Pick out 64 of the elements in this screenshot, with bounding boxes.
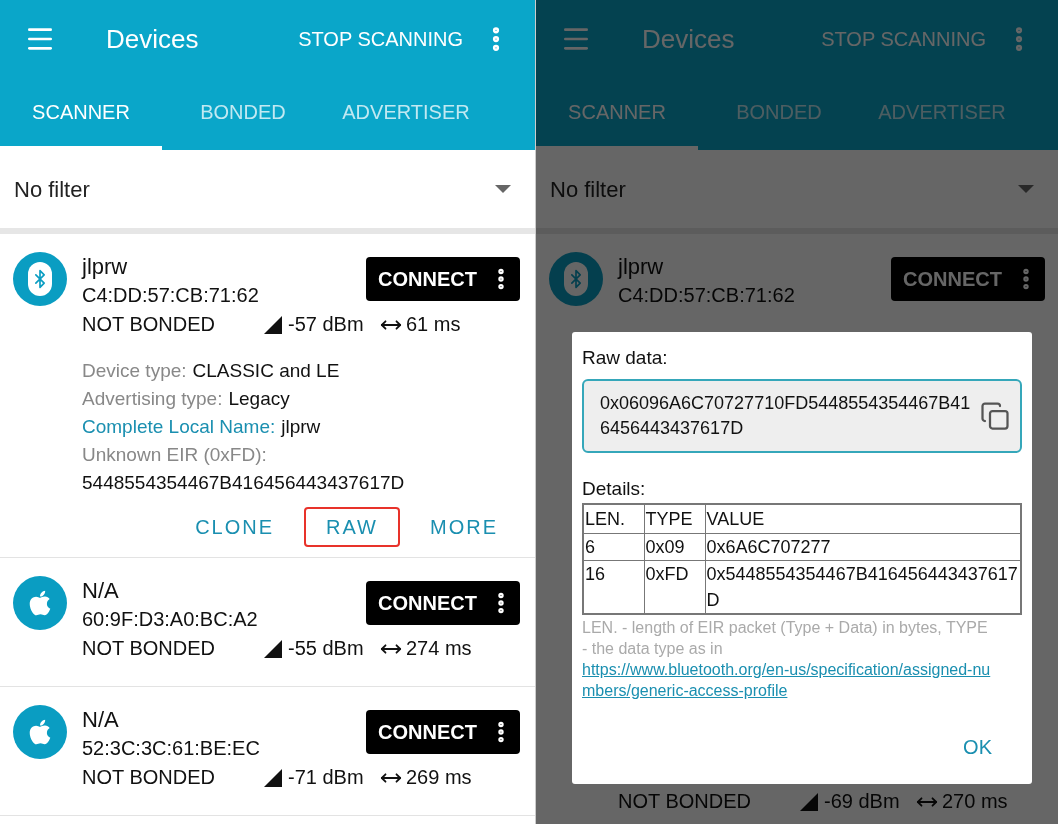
device-address: C4:DD:57:CB:71:62 <box>82 283 259 308</box>
device-address: 52:3C:3C:61:BE:EC <box>82 736 260 761</box>
table-cell: 16 <box>583 560 644 614</box>
rssi-value: -71 dBm <box>288 765 365 790</box>
device-name: N/A <box>82 577 120 605</box>
stop-scanning-button[interactable]: STOP SCANNING <box>821 24 986 54</box>
rssi-value: -57 dBm <box>288 312 365 337</box>
detail-value: 5448554354467B416456443437617D <box>82 471 406 495</box>
app-title: Devices <box>642 22 735 56</box>
interval-value: 270 ms <box>942 789 1008 814</box>
rssi-value: -55 dBm <box>288 636 365 661</box>
apple-device-icon <box>13 576 67 630</box>
detail-label: Advertising type: <box>82 387 223 411</box>
bond-status: NOT BONDED <box>618 789 752 814</box>
raw-data-field[interactable]: 0x06096A6C70727710FD5448554354467B416456443437617D <box>582 378 1022 453</box>
interval-value: 274 ms <box>406 636 472 661</box>
signal-icon <box>264 639 282 658</box>
app-title: Devices <box>106 22 199 56</box>
bluetooth-device-icon <box>549 252 603 306</box>
bluetooth-device-icon <box>13 252 67 306</box>
detail-value: Legacy <box>228 387 290 411</box>
bond-status: NOT BONDED <box>82 765 216 790</box>
signal-icon <box>264 768 282 787</box>
device-address: 60:9F:D3:A0:BC:A2 <box>82 607 258 632</box>
bond-status: NOT BONDED <box>82 312 216 337</box>
device-name: N/A <box>82 706 120 734</box>
table-note: LEN. - length of EIR packet (Type + Data) in bytes, TYPE - the data type as in <box>582 618 989 659</box>
connect-button[interactable]: CONNECT <box>366 581 520 625</box>
raw-data-label: Raw data: <box>582 346 669 370</box>
connect-button[interactable]: CONNECT <box>366 257 520 301</box>
table-header: TYPE <box>644 504 705 534</box>
table-cell: 6 <box>583 533 644 561</box>
detail-label: Device type: <box>82 359 187 383</box>
action-link[interactable]: CLONE <box>173 507 297 547</box>
detail-value: CLASSIC and LE <box>192 359 340 383</box>
stop-scanning-button[interactable]: STOP SCANNING <box>298 24 463 54</box>
device-name: jlprw <box>82 253 129 281</box>
interval-value: 269 ms <box>406 765 472 790</box>
table-cell: 0x09 <box>644 533 705 561</box>
signal-icon <box>800 792 818 811</box>
action-link[interactable]: RAW <box>304 507 400 547</box>
table-header: LEN. <box>583 504 644 534</box>
dropdown-arrow-icon <box>1018 185 1034 193</box>
details-label: Details: <box>582 476 647 501</box>
tab[interactable]: BONDED <box>162 78 324 150</box>
apple-device-icon <box>13 705 67 759</box>
connect-button[interactable]: CONNECT <box>891 257 1045 301</box>
rssi-value: -69 dBm <box>824 789 901 814</box>
dropdown-arrow-icon <box>495 185 511 193</box>
connect-button[interactable]: CONNECT <box>366 710 520 754</box>
detail-label: Unknown EIR (0xFD): <box>82 443 268 467</box>
copy-icon[interactable] <box>980 400 1010 431</box>
tab[interactable]: ADVERTISER <box>324 78 488 150</box>
device-address: C4:DD:57:CB:71:62 <box>618 283 795 308</box>
action-link[interactable]: MORE <box>408 507 520 547</box>
detail-label: Complete Local Name: <box>82 415 276 439</box>
interval-value: 61 ms <box>406 312 461 337</box>
device-name: jlprw <box>618 253 665 281</box>
specification-link[interactable]: https://www.bluetooth.org/en-us/specification/assigned-numbers/generic-access-profile <box>582 659 1022 701</box>
detail-value: jlprw <box>281 415 321 439</box>
ok-button[interactable]: OK <box>933 726 1022 768</box>
table-cell: 0xFD <box>644 560 705 614</box>
signal-icon <box>264 315 282 334</box>
bond-status: NOT BONDED <box>82 636 216 661</box>
